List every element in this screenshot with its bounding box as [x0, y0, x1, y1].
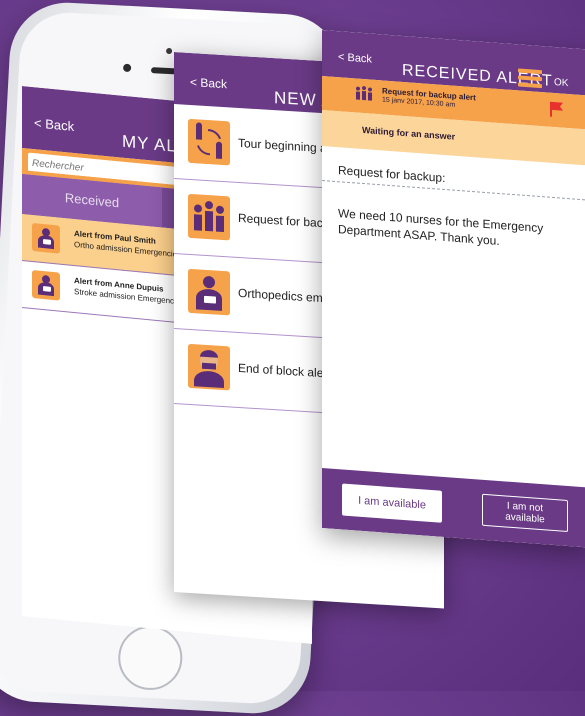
alert-message: We need 10 nurses for the Emergency Depa…: [338, 206, 544, 249]
received-alert-screen: < Back RECEIVED ALERT OK Request for bac…: [322, 30, 585, 548]
menu-icon[interactable]: [518, 68, 542, 89]
ok-button[interactable]: OK: [554, 77, 568, 89]
orthopedics-icon: [32, 222, 60, 254]
group-people-icon: [354, 84, 374, 101]
back-button[interactable]: < Back: [338, 51, 372, 65]
orthopedics-icon: [32, 269, 60, 301]
alert-type-label: End of block alert: [238, 360, 331, 381]
group-people-icon: [188, 193, 230, 241]
status-text: Waiting for an answer: [362, 124, 456, 142]
chess-rotation-icon: [188, 118, 230, 166]
divider: [322, 180, 585, 201]
back-button[interactable]: < Back: [190, 75, 227, 91]
back-button[interactable]: < Back: [34, 115, 74, 134]
surgeon-icon: [188, 343, 230, 391]
flag-icon[interactable]: [548, 101, 564, 118]
not-available-button[interactable]: I am not available: [482, 493, 568, 533]
orthopedics-icon: [188, 268, 230, 316]
available-button[interactable]: I am available: [342, 483, 442, 523]
